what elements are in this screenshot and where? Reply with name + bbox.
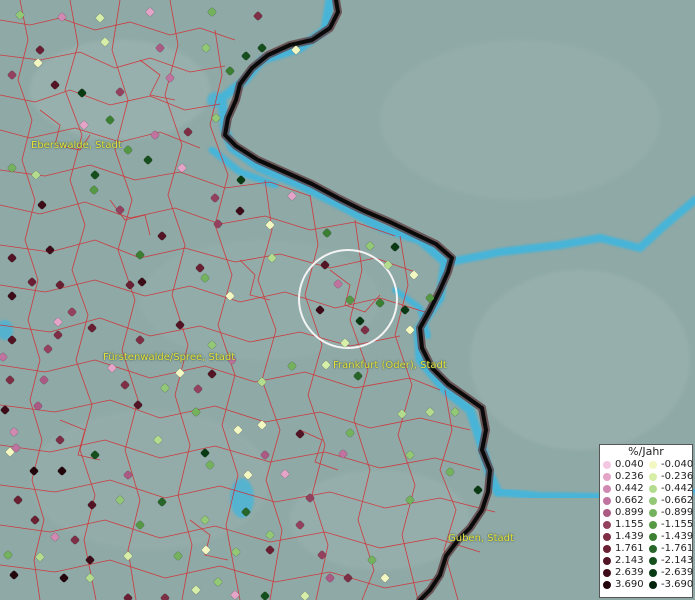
legend-row: 2.143 -2.143: [600, 555, 694, 567]
map-legend: %/Jahr 0.040 -0.040 0.236 -0.236 0.442 -0.442…: [599, 444, 693, 598]
legend-swatch: [603, 521, 611, 529]
legend-value: -0.040: [661, 459, 694, 470]
legend-entry-negative: -3.690: [646, 579, 694, 591]
legend-swatch: [649, 473, 657, 481]
legend-entry-negative: -0.662: [646, 495, 694, 507]
legend-value: 0.040: [615, 459, 644, 470]
legend-value: 3.690: [615, 579, 644, 590]
legend-swatch: [603, 497, 611, 505]
legend-swatch: [649, 497, 657, 505]
legend-row: 0.899 -0.899: [600, 507, 694, 519]
city-label-eberswalde: Eberswalde, Stadt: [31, 140, 122, 151]
legend-row: 0.662 -0.662: [600, 495, 694, 507]
legend-row: 1.155 -1.155: [600, 519, 694, 531]
legend-entry-negative: -1.761: [646, 543, 694, 555]
map-canvas[interactable]: Eberswalde, Stadt Fürstenwalde/Spree, St…: [0, 0, 695, 600]
legend-swatch: [603, 461, 611, 469]
legend-row: 2.639 -2.639: [600, 567, 694, 579]
legend-entry-negative: -0.040: [646, 459, 694, 471]
legend-value: 0.236: [615, 471, 644, 482]
legend-swatch: [649, 533, 657, 541]
legend-row: 3.690 -3.690: [600, 579, 694, 591]
legend-swatch: [649, 581, 657, 589]
legend-value: -1.155: [661, 519, 694, 530]
city-label-frankfurt-oder: Frankfurt (Oder), Stadt: [333, 360, 447, 371]
legend-value: 0.899: [615, 507, 644, 518]
legend-entry-positive: 1.761: [600, 543, 646, 555]
legend-rows: 0.040 -0.040 0.236 -0.236 0.442 -0.442 0.662 -0…: [600, 459, 694, 591]
legend-entry-positive: 1.155: [600, 519, 646, 531]
legend-value: 1.439: [615, 531, 644, 542]
legend-entry-positive: 2.639: [600, 567, 646, 579]
legend-entry-negative: -2.639: [646, 567, 694, 579]
legend-entry-positive: 0.662: [600, 495, 646, 507]
legend-entry-positive: 0.236: [600, 471, 646, 483]
map-layer: [0, 0, 695, 600]
legend-row: 0.236 -0.236: [600, 471, 694, 483]
legend-value: 1.155: [615, 519, 644, 530]
legend-swatch: [649, 521, 657, 529]
legend-row: 0.442 -0.442: [600, 483, 694, 495]
legend-value: 1.761: [615, 543, 644, 554]
legend-value: 2.143: [615, 555, 644, 566]
legend-value: 0.662: [615, 495, 644, 506]
legend-swatch: [649, 461, 657, 469]
legend-value: -0.236: [661, 471, 694, 482]
legend-swatch: [603, 509, 611, 517]
city-label-guben: Guben, Stadt: [448, 533, 514, 544]
legend-entry-positive: 1.439: [600, 531, 646, 543]
legend-swatch: [649, 545, 657, 553]
legend-value: -0.662: [661, 495, 694, 506]
legend-swatch: [603, 581, 611, 589]
legend-row: 1.761 -1.761: [600, 543, 694, 555]
legend-row: 1.439 -1.439: [600, 531, 694, 543]
legend-swatch: [649, 557, 657, 565]
legend-swatch: [603, 569, 611, 577]
legend-value: -0.899: [661, 507, 694, 518]
legend-entry-positive: 2.143: [600, 555, 646, 567]
legend-swatch: [649, 569, 657, 577]
legend-value: 2.639: [615, 567, 644, 578]
legend-entry-positive: 0.040: [600, 459, 646, 471]
legend-swatch: [603, 557, 611, 565]
legend-swatch: [603, 485, 611, 493]
legend-swatch: [649, 509, 657, 517]
legend-entry-positive: 0.899: [600, 507, 646, 519]
city-label-fuerstenwalde: Fürstenwalde/Spree, Stadt: [103, 352, 236, 363]
legend-value: -3.690: [661, 579, 694, 590]
legend-title: %/Jahr: [628, 445, 664, 458]
legend-entry-negative: -0.899: [646, 507, 694, 519]
legend-value: -0.442: [661, 483, 694, 494]
legend-row: 0.040 -0.040: [600, 459, 694, 471]
legend-entry-negative: -2.143: [646, 555, 694, 567]
legend-value: -1.761: [661, 543, 694, 554]
legend-value: 0.442: [615, 483, 644, 494]
legend-swatch: [649, 485, 657, 493]
legend-swatch: [603, 533, 611, 541]
legend-value: -1.439: [661, 531, 694, 542]
legend-entry-negative: -0.442: [646, 483, 694, 495]
legend-value: -2.143: [661, 555, 694, 566]
legend-entry-positive: 3.690: [600, 579, 646, 591]
legend-swatch: [603, 545, 611, 553]
legend-swatch: [603, 473, 611, 481]
legend-entry-negative: -1.439: [646, 531, 694, 543]
legend-entry-positive: 0.442: [600, 483, 646, 495]
legend-entry-negative: -1.155: [646, 519, 694, 531]
legend-value: -2.639: [661, 567, 694, 578]
legend-entry-negative: -0.236: [646, 471, 694, 483]
